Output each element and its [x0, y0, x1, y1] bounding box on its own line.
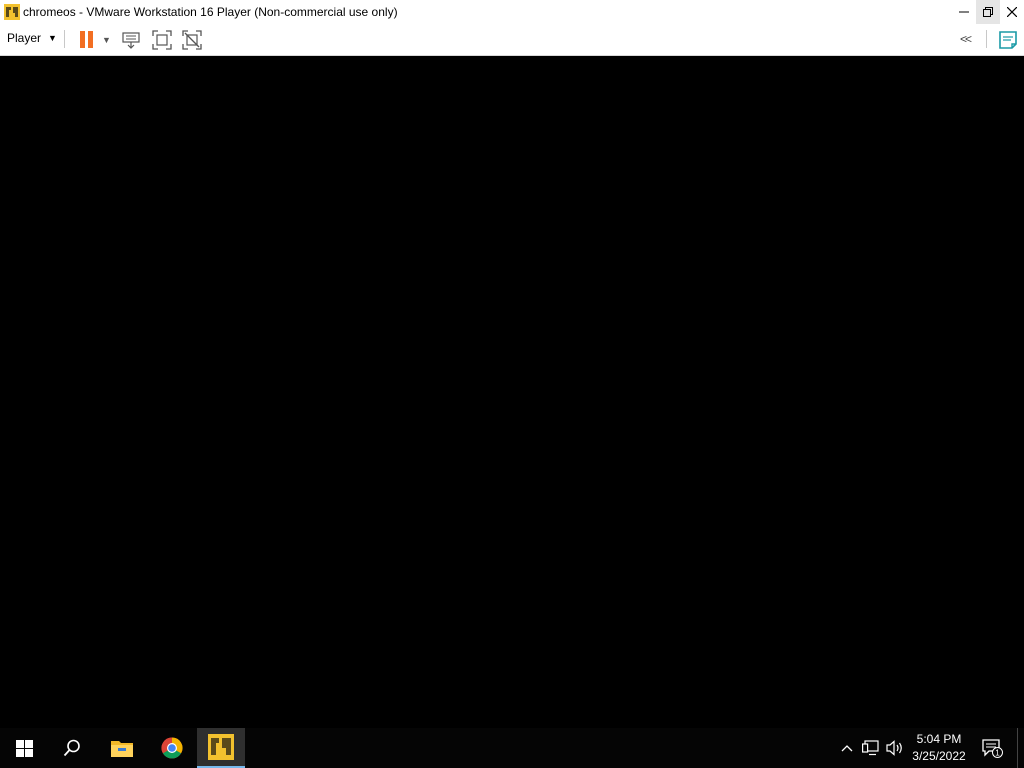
full-screen-icon[interactable] [152, 30, 172, 50]
window-titlebar[interactable]: chromeos - VMware Workstation 16 Player … [0, 0, 1024, 24]
show-hidden-icons-chevron[interactable] [838, 728, 856, 768]
toolbar-divider [986, 30, 987, 48]
clock-time: 5:04 PM [916, 732, 962, 746]
file-explorer-icon[interactable] [98, 728, 146, 768]
toolbar-divider [64, 30, 65, 48]
taskbar-clock[interactable]: 5:04 PM 3/25/2022 [906, 731, 972, 765]
minimize-icon[interactable] [952, 0, 976, 24]
unity-icon[interactable] [182, 30, 202, 50]
search-icon[interactable] [48, 728, 96, 768]
vm-display[interactable] [0, 56, 1024, 728]
action-center-icon[interactable]: 1 [980, 728, 1004, 768]
dropdown-caret-icon[interactable]: ▼ [102, 35, 111, 45]
chevron-down-icon: ▼ [48, 33, 57, 43]
chrome-icon[interactable] [148, 728, 196, 768]
close-icon[interactable] [1000, 0, 1024, 24]
vmware-player-icon[interactable] [197, 728, 245, 768]
player-menu-button[interactable]: Player ▼ [7, 31, 57, 45]
pause-icon[interactable] [79, 31, 95, 48]
windows-start-icon[interactable] [0, 728, 48, 768]
network-icon[interactable] [860, 728, 882, 768]
window-title: chromeos - VMware Workstation 16 Player … [23, 5, 398, 19]
restore-icon[interactable] [976, 0, 1000, 24]
send-ctrl-alt-del-icon[interactable] [121, 30, 141, 50]
notification-count: 1 [995, 749, 1000, 758]
clock-date: 3/25/2022 [912, 749, 966, 763]
windows-taskbar: 5:04 PM 3/25/2022 1 [0, 728, 1024, 768]
message-log-icon[interactable] [998, 30, 1018, 50]
show-desktop-button[interactable] [1017, 728, 1024, 768]
volume-icon[interactable] [884, 728, 906, 768]
player-menu-label: Player [7, 31, 42, 45]
collapse-toolbar-icon[interactable]: << [960, 32, 972, 46]
window-controls [952, 0, 1024, 24]
player-toolbar: Player ▼ ▼ << [0, 24, 1024, 56]
vmware-icon[interactable] [4, 4, 20, 20]
